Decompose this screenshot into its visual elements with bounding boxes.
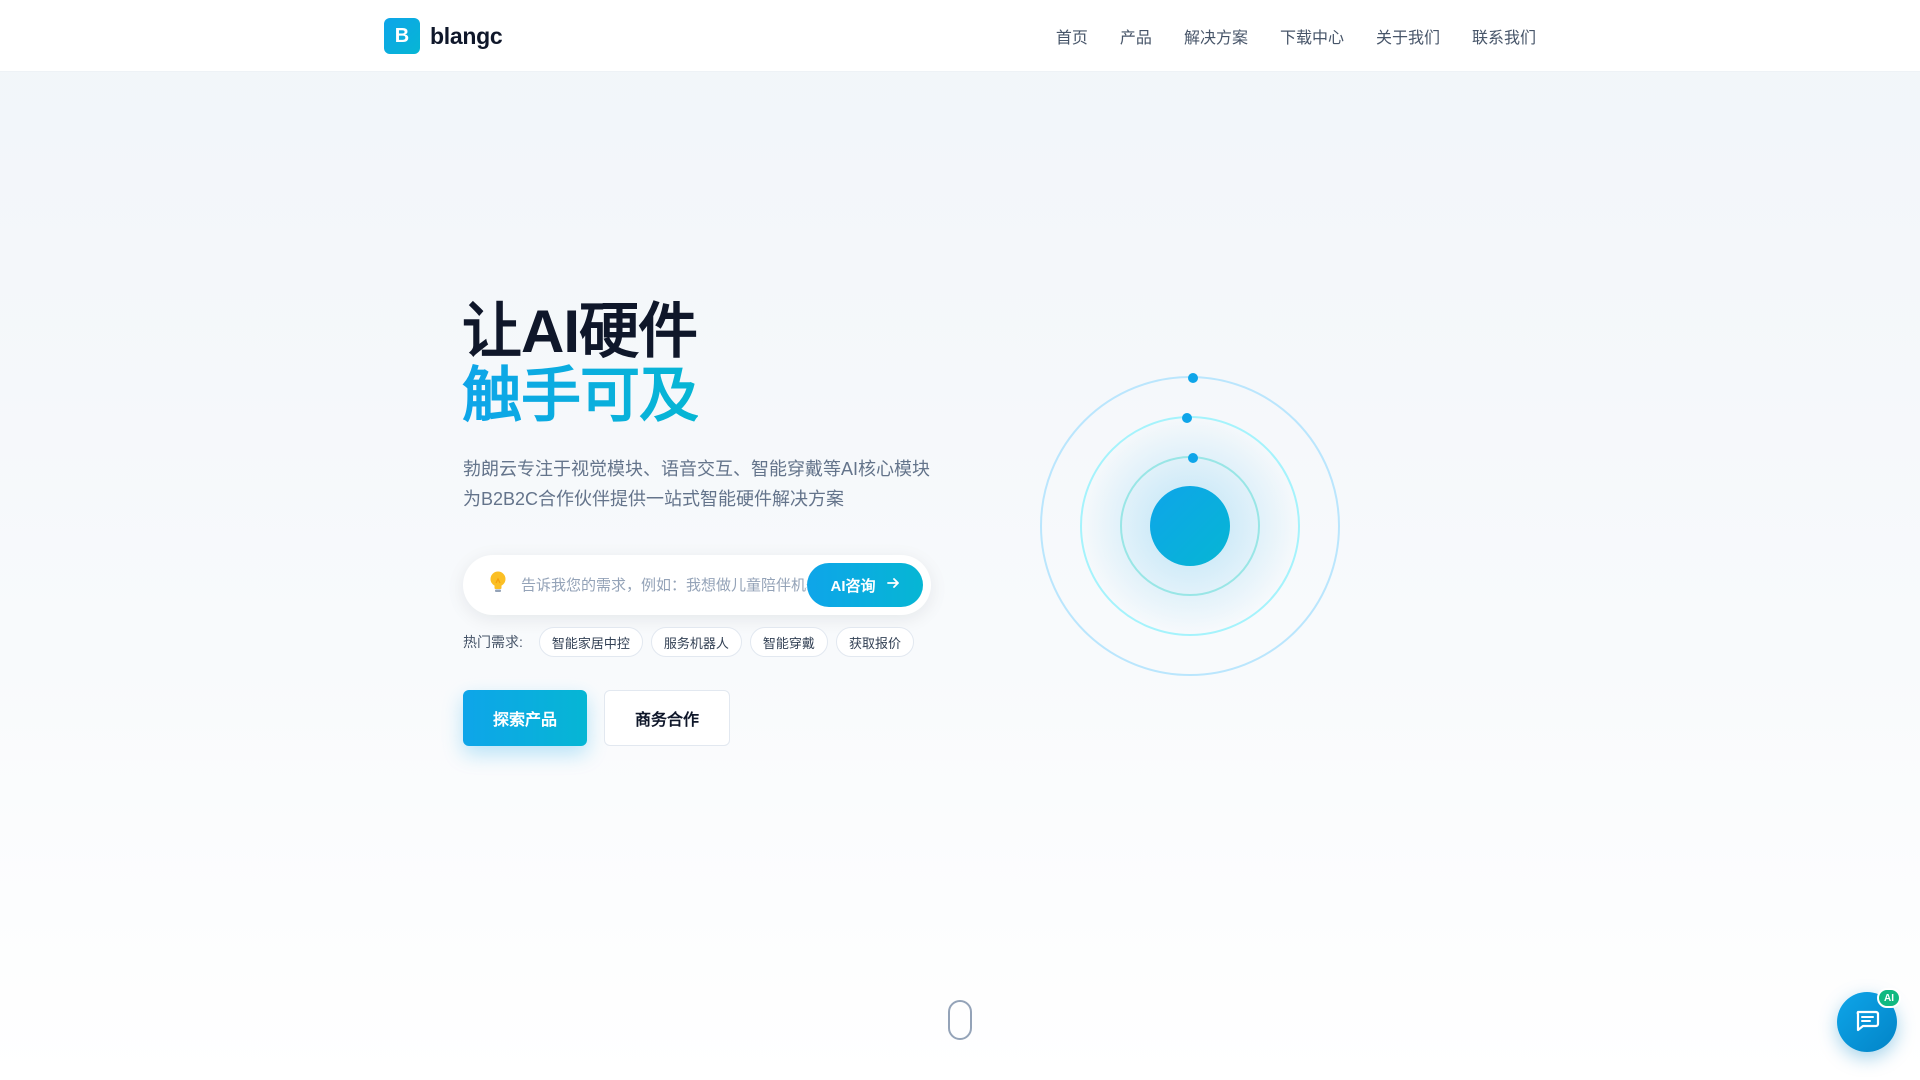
business-cooperation-button[interactable]: 商务合作 [604,690,730,746]
hero-subtitle-line2: 为B2B2C合作伙伴提供一站式智能硬件解决方案 [463,489,845,509]
hot-tags: 智能家居中控 服务机器人 智能穿戴 获取报价 [538,627,914,657]
brand-logo[interactable]: B blangc [384,18,503,54]
search-input[interactable] [521,576,807,594]
chat-bubble-icon [1853,1006,1881,1039]
orbit-dot-inner [1188,453,1198,463]
orbit-svg [1040,373,1340,676]
scroll-indicator-icon[interactable] [948,1000,972,1040]
orbit-dot-outer [1188,373,1198,383]
lightbulb-icon [487,570,509,600]
hero-subtitle-line1: 勃朗云专注于视觉模块、语音交互、智能穿戴等AI核心模块 [463,459,931,479]
logo-mark: B [384,18,420,54]
nav-contact[interactable]: 联系我们 [1472,24,1536,48]
hero-title-line1: 让AI硬件 [462,298,698,365]
hero-title: 让AI硬件 触手可及 [462,298,699,429]
hero-subtitle: 勃朗云专注于视觉模块、语音交互、智能穿戴等AI核心模块 为B2B2C合作伙伴提供… [463,454,930,514]
tag-smart-home[interactable]: 智能家居中控 [538,627,643,657]
orbit-core [1150,486,1230,566]
explore-products-button[interactable]: 探索产品 [463,690,587,746]
arrow-right-icon [886,576,900,594]
tag-smart-wearable[interactable]: 智能穿戴 [749,627,828,657]
nav-home[interactable]: 首页 [1056,24,1088,48]
nav-solutions[interactable]: 解决方案 [1184,24,1248,48]
hot-demands: 热门需求: 智能家居中控 服务机器人 智能穿戴 获取报价 [463,627,914,657]
hot-demands-label: 热门需求: [463,634,523,650]
site-header: B blangc 首页 产品 解决方案 下载中心 关于我们 联系我们 [0,0,1920,72]
main-nav: 首页 产品 解决方案 下载中心 关于我们 联系我们 [1056,24,1536,48]
hero-title-line2: 触手可及 [462,362,699,429]
nav-about[interactable]: 关于我们 [1376,24,1440,48]
orbit-graphic [1030,360,1350,690]
ai-consult-button[interactable]: AI咨询 [807,563,923,607]
tag-get-quote[interactable]: 获取报价 [835,627,914,657]
chat-ai-badge: AI [1877,988,1901,1008]
chat-button[interactable]: AI [1837,988,1901,1052]
nav-downloads[interactable]: 下载中心 [1280,24,1344,48]
brand-name: blangc [430,22,503,49]
ai-consult-label: AI咨询 [830,577,876,595]
tag-service-robot[interactable]: 服务机器人 [650,627,742,657]
ai-search-bar: AI咨询 [463,555,931,615]
orbit-dot-middle [1182,413,1192,423]
nav-products[interactable]: 产品 [1120,24,1152,48]
